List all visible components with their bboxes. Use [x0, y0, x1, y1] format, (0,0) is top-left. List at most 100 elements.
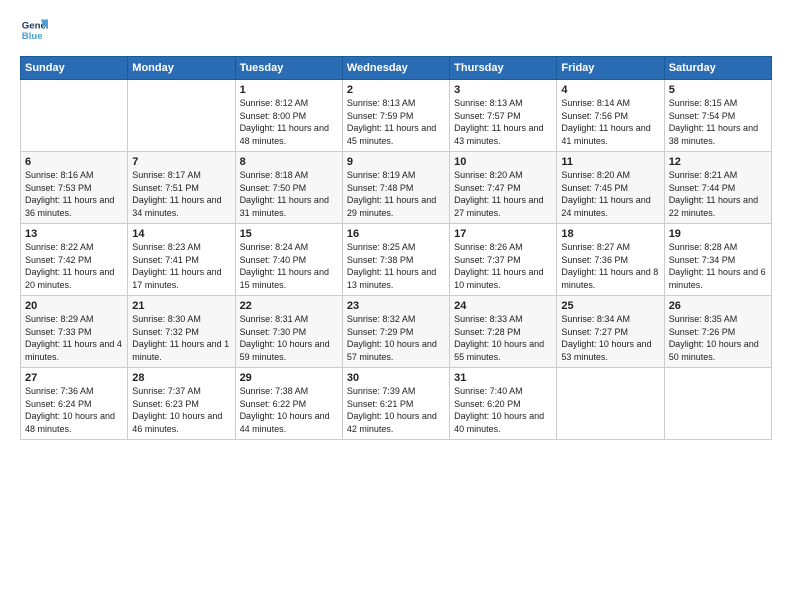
day-number: 18: [561, 228, 659, 240]
day-number: 11: [561, 156, 659, 168]
calendar-cell: 29Sunrise: 7:38 AM Sunset: 6:22 PM Dayli…: [235, 368, 342, 440]
day-number: 22: [240, 300, 338, 312]
day-info: Sunrise: 8:28 AM Sunset: 7:34 PM Dayligh…: [669, 241, 767, 291]
calendar-cell: 23Sunrise: 8:32 AM Sunset: 7:29 PM Dayli…: [342, 296, 449, 368]
calendar-cell: 13Sunrise: 8:22 AM Sunset: 7:42 PM Dayli…: [21, 224, 128, 296]
calendar-cell: 12Sunrise: 8:21 AM Sunset: 7:44 PM Dayli…: [664, 152, 771, 224]
day-number: 1: [240, 84, 338, 96]
day-number: 28: [132, 372, 230, 384]
calendar-cell: 20Sunrise: 8:29 AM Sunset: 7:33 PM Dayli…: [21, 296, 128, 368]
day-info: Sunrise: 8:16 AM Sunset: 7:53 PM Dayligh…: [25, 169, 123, 219]
day-number: 17: [454, 228, 552, 240]
day-number: 21: [132, 300, 230, 312]
day-info: Sunrise: 7:40 AM Sunset: 6:20 PM Dayligh…: [454, 385, 552, 435]
day-info: Sunrise: 8:23 AM Sunset: 7:41 PM Dayligh…: [132, 241, 230, 291]
calendar-cell: [128, 80, 235, 152]
calendar-cell: 14Sunrise: 8:23 AM Sunset: 7:41 PM Dayli…: [128, 224, 235, 296]
calendar-cell: 26Sunrise: 8:35 AM Sunset: 7:26 PM Dayli…: [664, 296, 771, 368]
weekday-header: Thursday: [450, 57, 557, 80]
calendar-cell: 22Sunrise: 8:31 AM Sunset: 7:30 PM Dayli…: [235, 296, 342, 368]
day-number: 19: [669, 228, 767, 240]
day-info: Sunrise: 8:35 AM Sunset: 7:26 PM Dayligh…: [669, 313, 767, 363]
weekday-header: Sunday: [21, 57, 128, 80]
day-info: Sunrise: 8:17 AM Sunset: 7:51 PM Dayligh…: [132, 169, 230, 219]
calendar-table: SundayMondayTuesdayWednesdayThursdayFrid…: [20, 56, 772, 440]
day-number: 5: [669, 84, 767, 96]
logo-icon: General Blue: [20, 16, 48, 44]
day-info: Sunrise: 8:13 AM Sunset: 7:57 PM Dayligh…: [454, 97, 552, 147]
calendar-cell: 25Sunrise: 8:34 AM Sunset: 7:27 PM Dayli…: [557, 296, 664, 368]
svg-text:Blue: Blue: [22, 31, 43, 42]
day-info: Sunrise: 8:27 AM Sunset: 7:36 PM Dayligh…: [561, 241, 659, 291]
day-info: Sunrise: 8:31 AM Sunset: 7:30 PM Dayligh…: [240, 313, 338, 363]
day-info: Sunrise: 8:22 AM Sunset: 7:42 PM Dayligh…: [25, 241, 123, 291]
day-number: 7: [132, 156, 230, 168]
weekday-header: Monday: [128, 57, 235, 80]
calendar-cell: 30Sunrise: 7:39 AM Sunset: 6:21 PM Dayli…: [342, 368, 449, 440]
day-number: 13: [25, 228, 123, 240]
day-number: 16: [347, 228, 445, 240]
weekday-header: Friday: [557, 57, 664, 80]
weekday-header: Wednesday: [342, 57, 449, 80]
day-info: Sunrise: 8:32 AM Sunset: 7:29 PM Dayligh…: [347, 313, 445, 363]
page: General Blue SundayMondayTuesdayWednesda…: [0, 0, 792, 452]
day-info: Sunrise: 8:29 AM Sunset: 7:33 PM Dayligh…: [25, 313, 123, 363]
calendar-cell: 8Sunrise: 8:18 AM Sunset: 7:50 PM Daylig…: [235, 152, 342, 224]
calendar-cell: [21, 80, 128, 152]
day-info: Sunrise: 8:14 AM Sunset: 7:56 PM Dayligh…: [561, 97, 659, 147]
day-info: Sunrise: 8:18 AM Sunset: 7:50 PM Dayligh…: [240, 169, 338, 219]
day-number: 14: [132, 228, 230, 240]
day-info: Sunrise: 8:19 AM Sunset: 7:48 PM Dayligh…: [347, 169, 445, 219]
calendar-cell: 7Sunrise: 8:17 AM Sunset: 7:51 PM Daylig…: [128, 152, 235, 224]
day-number: 24: [454, 300, 552, 312]
day-info: Sunrise: 8:15 AM Sunset: 7:54 PM Dayligh…: [669, 97, 767, 147]
weekday-header: Tuesday: [235, 57, 342, 80]
day-info: Sunrise: 8:25 AM Sunset: 7:38 PM Dayligh…: [347, 241, 445, 291]
day-number: 9: [347, 156, 445, 168]
day-number: 8: [240, 156, 338, 168]
calendar-cell: 6Sunrise: 8:16 AM Sunset: 7:53 PM Daylig…: [21, 152, 128, 224]
day-info: Sunrise: 8:33 AM Sunset: 7:28 PM Dayligh…: [454, 313, 552, 363]
calendar-cell: 27Sunrise: 7:36 AM Sunset: 6:24 PM Dayli…: [21, 368, 128, 440]
calendar-cell: 10Sunrise: 8:20 AM Sunset: 7:47 PM Dayli…: [450, 152, 557, 224]
calendar-cell: 21Sunrise: 8:30 AM Sunset: 7:32 PM Dayli…: [128, 296, 235, 368]
calendar-week-row: 27Sunrise: 7:36 AM Sunset: 6:24 PM Dayli…: [21, 368, 772, 440]
day-info: Sunrise: 8:12 AM Sunset: 8:00 PM Dayligh…: [240, 97, 338, 147]
day-info: Sunrise: 8:13 AM Sunset: 7:59 PM Dayligh…: [347, 97, 445, 147]
day-number: 27: [25, 372, 123, 384]
calendar-cell: 11Sunrise: 8:20 AM Sunset: 7:45 PM Dayli…: [557, 152, 664, 224]
day-info: Sunrise: 8:30 AM Sunset: 7:32 PM Dayligh…: [132, 313, 230, 363]
calendar-cell: 19Sunrise: 8:28 AM Sunset: 7:34 PM Dayli…: [664, 224, 771, 296]
day-number: 10: [454, 156, 552, 168]
day-number: 31: [454, 372, 552, 384]
calendar-header-row: SundayMondayTuesdayWednesdayThursdayFrid…: [21, 57, 772, 80]
calendar-cell: 4Sunrise: 8:14 AM Sunset: 7:56 PM Daylig…: [557, 80, 664, 152]
day-number: 3: [454, 84, 552, 96]
calendar-cell: 15Sunrise: 8:24 AM Sunset: 7:40 PM Dayli…: [235, 224, 342, 296]
calendar-cell: 16Sunrise: 8:25 AM Sunset: 7:38 PM Dayli…: [342, 224, 449, 296]
calendar-cell: 1Sunrise: 8:12 AM Sunset: 8:00 PM Daylig…: [235, 80, 342, 152]
calendar-cell: 28Sunrise: 7:37 AM Sunset: 6:23 PM Dayli…: [128, 368, 235, 440]
day-info: Sunrise: 7:38 AM Sunset: 6:22 PM Dayligh…: [240, 385, 338, 435]
day-number: 26: [669, 300, 767, 312]
calendar-week-row: 20Sunrise: 8:29 AM Sunset: 7:33 PM Dayli…: [21, 296, 772, 368]
day-number: 20: [25, 300, 123, 312]
calendar-week-row: 1Sunrise: 8:12 AM Sunset: 8:00 PM Daylig…: [21, 80, 772, 152]
calendar-cell: 18Sunrise: 8:27 AM Sunset: 7:36 PM Dayli…: [557, 224, 664, 296]
calendar-cell: [557, 368, 664, 440]
day-info: Sunrise: 8:26 AM Sunset: 7:37 PM Dayligh…: [454, 241, 552, 291]
calendar-cell: 31Sunrise: 7:40 AM Sunset: 6:20 PM Dayli…: [450, 368, 557, 440]
calendar-cell: 9Sunrise: 8:19 AM Sunset: 7:48 PM Daylig…: [342, 152, 449, 224]
day-info: Sunrise: 8:34 AM Sunset: 7:27 PM Dayligh…: [561, 313, 659, 363]
logo: General Blue: [20, 16, 52, 44]
day-info: Sunrise: 8:20 AM Sunset: 7:47 PM Dayligh…: [454, 169, 552, 219]
day-number: 12: [669, 156, 767, 168]
calendar-cell: 24Sunrise: 8:33 AM Sunset: 7:28 PM Dayli…: [450, 296, 557, 368]
day-number: 15: [240, 228, 338, 240]
weekday-header: Saturday: [664, 57, 771, 80]
calendar-cell: 2Sunrise: 8:13 AM Sunset: 7:59 PM Daylig…: [342, 80, 449, 152]
day-number: 30: [347, 372, 445, 384]
day-number: 23: [347, 300, 445, 312]
calendar-cell: 17Sunrise: 8:26 AM Sunset: 7:37 PM Dayli…: [450, 224, 557, 296]
day-number: 4: [561, 84, 659, 96]
